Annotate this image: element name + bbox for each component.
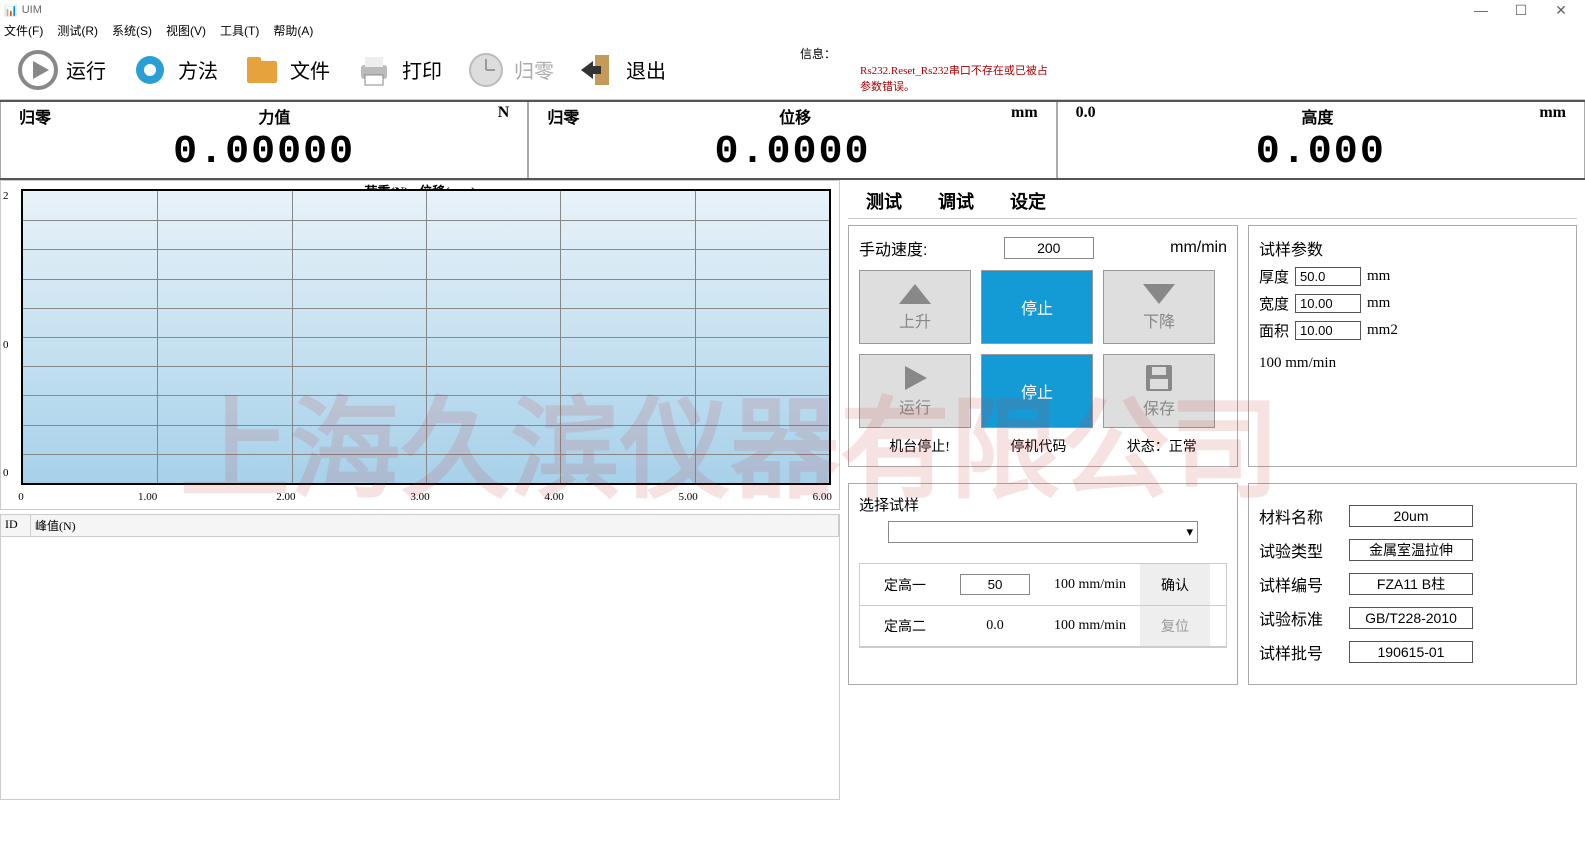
chart-plot-area	[21, 189, 831, 485]
menu-file[interactable]: 文件(F)	[4, 22, 43, 39]
method-button[interactable]: 方法	[120, 44, 226, 96]
readout-row: 归零 力值 N 0.00000 归零 位移 mm 0.0000 0.0 高度 m…	[0, 100, 1585, 180]
toolbar: 运行 方法 文件 打印 归零 退出 信息： Rs232.Reset_Rs232串…	[0, 40, 1585, 100]
height2-value: 0.0	[950, 606, 1040, 646]
file-button[interactable]: 文件	[232, 44, 338, 96]
select-sample-title: 选择试样	[859, 494, 1227, 515]
height-readout: 0.0 高度 mm 0.000	[1057, 102, 1585, 178]
sample-id-input[interactable]	[1349, 573, 1473, 595]
play-triangle-icon	[901, 364, 929, 392]
col-id: ID	[1, 515, 31, 536]
force-zero-button[interactable]: 归零	[19, 104, 51, 128]
test-type-input[interactable]	[1349, 539, 1473, 561]
height1-input[interactable]	[960, 574, 1030, 595]
exit-button[interactable]: 退出	[568, 44, 674, 96]
force-unit: N	[498, 104, 510, 128]
height-label: 高度	[1301, 104, 1333, 128]
zero-button[interactable]: 归零	[456, 44, 562, 96]
stop-button-2[interactable]: 停止	[981, 354, 1093, 428]
sample-params-panel: 试样参数 厚度mm 宽度mm 面积mm2 100 mm/min	[1248, 225, 1577, 467]
clock-icon	[464, 48, 508, 92]
chevron-down-icon: ▾	[1186, 524, 1193, 540]
tab-test[interactable]: 测试	[858, 188, 910, 214]
batch-input[interactable]	[1349, 641, 1473, 663]
exit-icon	[576, 48, 620, 92]
chart: 荷重(N) - 位移(mm) 2 0 0 0 1.00 2.00 3.00 4.…	[0, 180, 840, 510]
error-message: Rs232.Reset_Rs232串口不存在或已被占 参数错误。	[860, 62, 1048, 94]
menu-view[interactable]: 视图(V)	[166, 22, 206, 39]
arrow-up-icon	[897, 282, 933, 306]
tab-debug[interactable]: 调试	[930, 188, 982, 214]
save-button[interactable]: 保存	[1103, 354, 1215, 428]
run-button[interactable]: 运行	[8, 44, 114, 96]
disp-zero-button[interactable]: 归零	[547, 104, 579, 128]
printer-icon	[352, 48, 396, 92]
force-label: 力值	[258, 104, 290, 128]
manual-speed-label: 手动速度:	[859, 236, 927, 260]
play-icon	[16, 48, 60, 92]
results-table: ID 峰值(N)	[0, 514, 840, 800]
material-name-input[interactable]	[1349, 505, 1473, 527]
save-icon	[1144, 363, 1174, 393]
height-unit: mm	[1539, 104, 1566, 128]
manual-control-panel: 手动速度: mm/min 上升 停止 下降 运行 停止 保存 机台停止! 停机代…	[848, 225, 1238, 467]
window-minimize-button[interactable]: —	[1461, 2, 1501, 18]
menu-system[interactable]: 系统(S)	[112, 22, 152, 39]
gear-icon	[128, 48, 172, 92]
tab-settings[interactable]: 设定	[1002, 188, 1054, 214]
sample-params-title: 试样参数	[1259, 236, 1566, 260]
app-title: UIM	[22, 4, 42, 16]
thickness-input[interactable]	[1295, 267, 1361, 286]
window-maximize-button[interactable]: ☐	[1501, 2, 1541, 19]
col-peak: 峰值(N)	[31, 515, 839, 536]
window-close-button[interactable]: ✕	[1541, 2, 1581, 19]
height-value: 0.000	[1058, 130, 1584, 175]
standard-input[interactable]	[1349, 607, 1473, 629]
material-info-panel: 材料名称 试验类型 试样编号 试验标准 试样批号	[1248, 483, 1577, 685]
height-zero-button[interactable]: 0.0	[1076, 104, 1096, 128]
confirm-button[interactable]: 确认	[1140, 564, 1210, 605]
arrow-down-icon	[1141, 282, 1177, 306]
tab-bar: 测试 调试 设定	[848, 184, 1577, 219]
stop-code-label: 停机代码	[1010, 436, 1066, 456]
sample-dropdown[interactable]: ▾	[888, 521, 1198, 543]
width-input[interactable]	[1295, 294, 1361, 313]
machine-stop-status: 机台停止!	[889, 436, 950, 456]
menu-bar: 文件(F) 测试(R) 系统(S) 视图(V) 工具(T) 帮助(A)	[0, 20, 1585, 40]
manual-speed-unit: mm/min	[1170, 239, 1227, 257]
info-area: 信息： Rs232.Reset_Rs232串口不存在或已被占 参数错误。	[800, 45, 1048, 94]
down-button[interactable]: 下降	[1103, 270, 1215, 344]
menu-tool[interactable]: 工具(T)	[220, 22, 259, 39]
folder-icon	[240, 48, 284, 92]
disp-unit: mm	[1011, 104, 1038, 128]
displacement-readout: 归零 位移 mm 0.0000	[528, 102, 1056, 178]
force-value: 0.00000	[1, 130, 527, 175]
run-test-button[interactable]: 运行	[859, 354, 971, 428]
state-label: 状态：正常	[1127, 436, 1197, 456]
disp-value: 0.0000	[529, 130, 1055, 175]
manual-speed-input[interactable]	[1004, 237, 1094, 259]
select-sample-panel: 选择试样 ▾ 定高一 100 mm/min 确认 定高二 0.0 100 mm/…	[848, 483, 1238, 685]
up-button[interactable]: 上升	[859, 270, 971, 344]
area-input[interactable]	[1295, 321, 1361, 340]
stop-button-1[interactable]: 停止	[981, 270, 1093, 344]
disp-label: 位移	[779, 104, 811, 128]
menu-test[interactable]: 测试(R)	[57, 22, 98, 39]
print-button[interactable]: 打印	[344, 44, 450, 96]
menu-help[interactable]: 帮助(A)	[273, 22, 313, 39]
force-readout: 归零 力值 N 0.00000	[0, 102, 528, 178]
title-bar: 📊 UIM — ☐ ✕	[0, 0, 1585, 20]
speed-note: 100 mm/min	[1259, 355, 1566, 372]
reset-button[interactable]: 复位	[1140, 606, 1210, 646]
